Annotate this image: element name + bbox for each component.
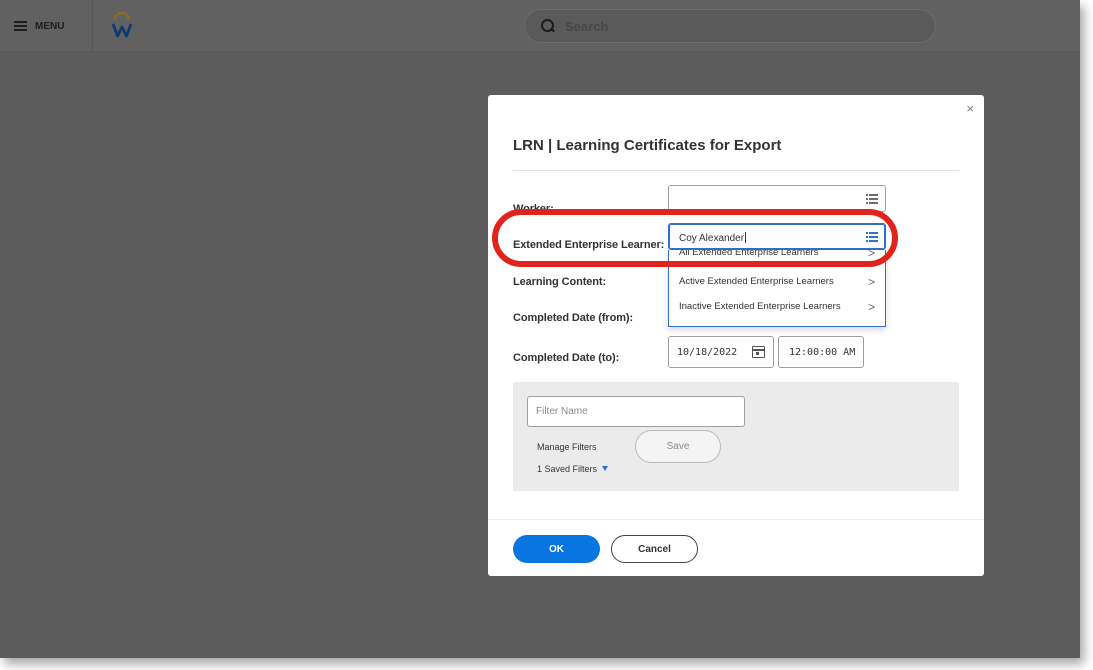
footer-divider — [488, 519, 984, 520]
calendar-icon[interactable] — [752, 346, 765, 358]
learning-content-label: Learning Content: — [513, 276, 607, 288]
topbar-divider — [92, 0, 93, 52]
search-icon — [541, 19, 555, 33]
completed-date-to-label: Completed Date (to): — [513, 352, 620, 364]
learning-certificates-dialog: × LRN | Learning Certificates for Export… — [488, 95, 984, 576]
completed-date-to-date-input[interactable]: 10/18/2022 — [668, 336, 774, 368]
search-input[interactable]: Search — [565, 19, 608, 34]
prompt-list-icon[interactable] — [866, 194, 878, 204]
top-bar: MENU Search — [0, 0, 1080, 52]
saved-filters-dropdown[interactable]: 1 Saved Filters — [537, 464, 609, 474]
filter-name-input[interactable]: Filter Name — [527, 396, 745, 427]
extended-enterprise-learner-value: Coy Alexander — [679, 232, 747, 244]
dropdown-item-all-learners[interactable]: All Extended Enterprise Learners > — [669, 250, 885, 265]
close-icon[interactable]: × — [966, 101, 974, 116]
save-filter-button[interactable]: Save — [635, 430, 721, 463]
hamburger-icon — [14, 21, 27, 31]
app-window: MENU Search × LRN | Learning Certificate… — [0, 0, 1080, 658]
workday-logo-icon[interactable] — [108, 12, 136, 40]
filter-panel: Filter Name Manage Filters Save 1 Saved … — [513, 382, 959, 491]
worker-label: Worker: — [513, 203, 554, 215]
manage-filters-link[interactable]: Manage Filters — [537, 442, 597, 452]
ok-button[interactable]: OK — [513, 535, 600, 563]
extended-enterprise-learner-label: Extended Enterprise Learner: — [513, 239, 665, 251]
prompt-list-icon[interactable] — [866, 232, 878, 242]
dropdown-item-active-learners[interactable]: Active Extended Enterprise Learners > — [669, 270, 885, 294]
dropdown-item-inactive-learners[interactable]: Inactive Extended Enterprise Learners > — [669, 295, 885, 319]
dropdown-arrow-icon — [602, 466, 609, 471]
completed-date-to-time-input[interactable]: 12:00:00 AM — [778, 336, 864, 368]
title-divider — [513, 170, 959, 171]
chevron-right-icon: > — [867, 250, 875, 260]
extended-enterprise-learner-field[interactable]: Coy Alexander — [668, 223, 886, 250]
menu-button[interactable]: MENU — [14, 18, 64, 34]
chevron-right-icon: > — [867, 275, 875, 289]
learner-prompt-dropdown: All Extended Enterprise Learners > Activ… — [668, 250, 886, 327]
menu-label: MENU — [35, 20, 65, 32]
cancel-button[interactable]: Cancel — [611, 535, 698, 563]
dialog-title: LRN | Learning Certificates for Export — [513, 137, 782, 154]
worker-field[interactable] — [668, 185, 886, 212]
search-bar[interactable]: Search — [524, 9, 936, 43]
chevron-right-icon: > — [867, 300, 875, 314]
completed-date-from-label: Completed Date (from): — [513, 312, 634, 324]
